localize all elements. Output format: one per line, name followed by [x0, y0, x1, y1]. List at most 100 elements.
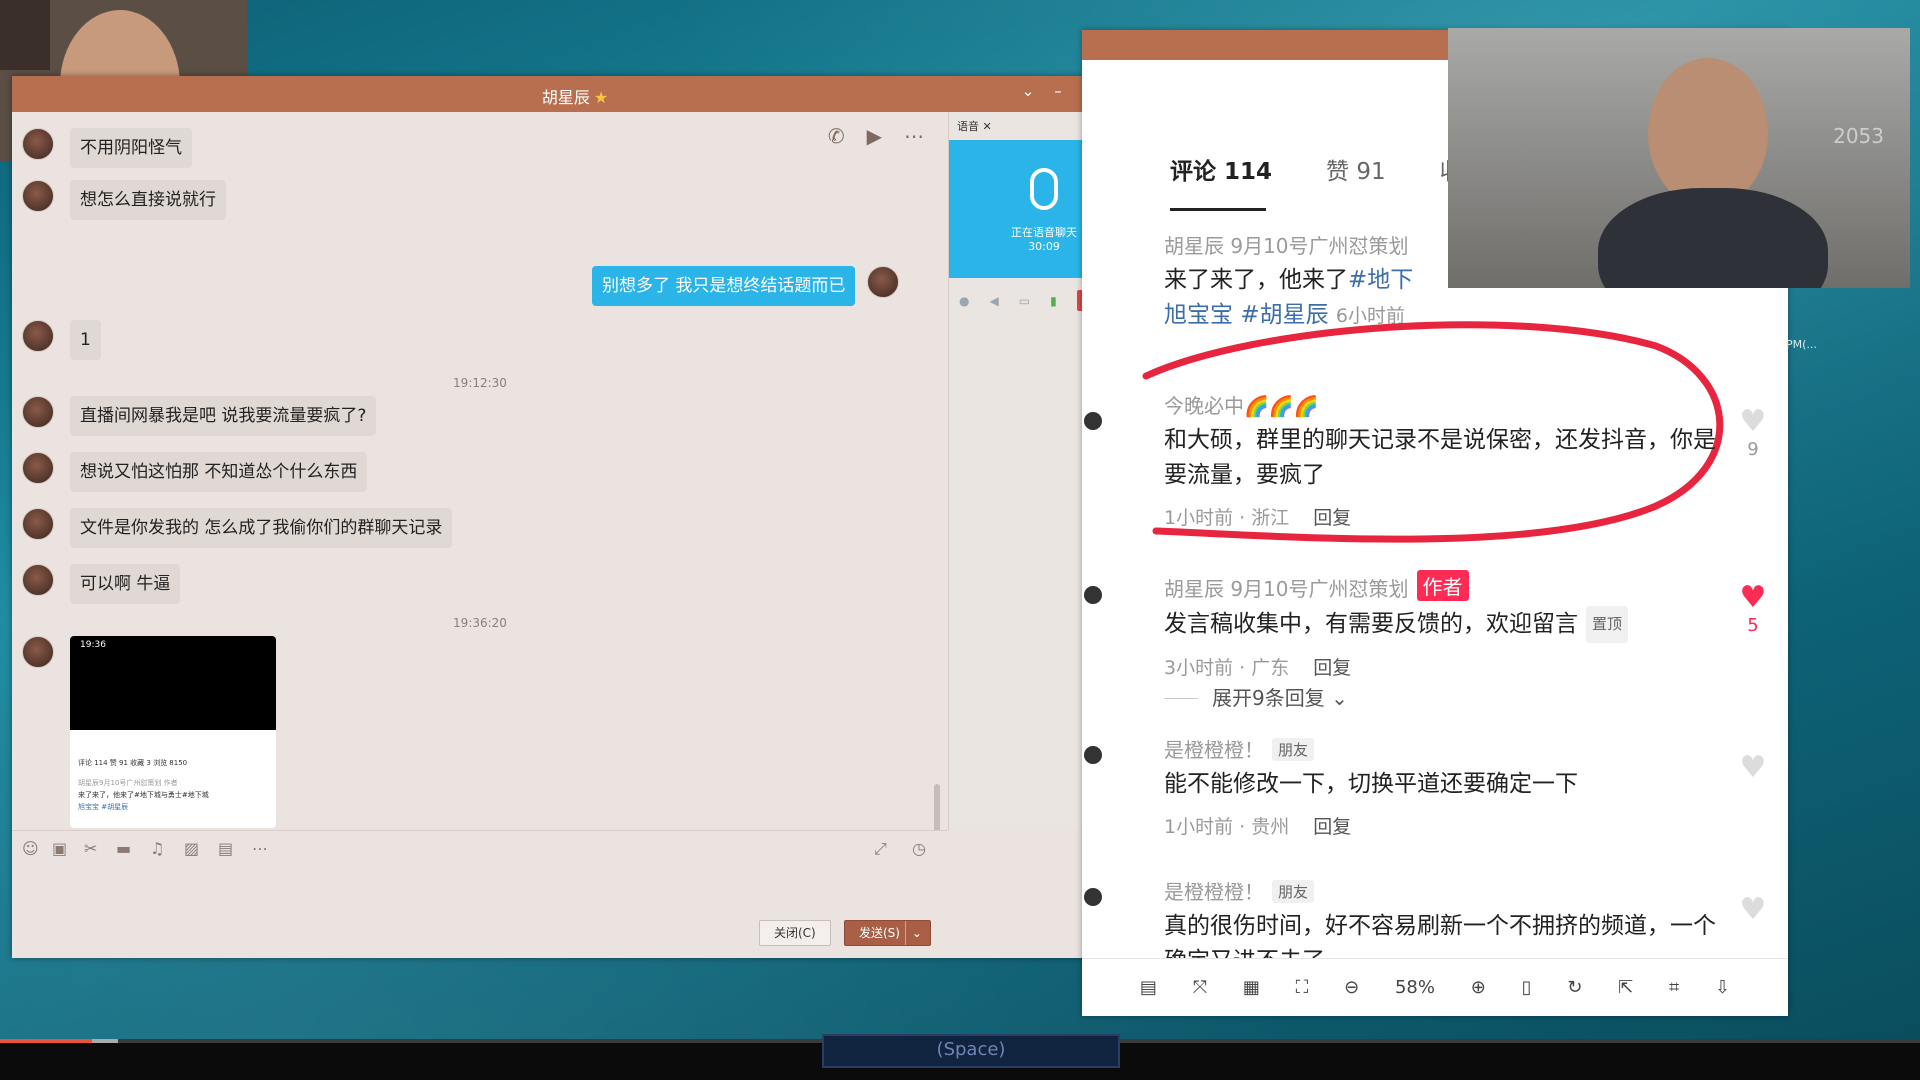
reply-button[interactable]: 回复 — [1313, 816, 1351, 838]
chevron-down-icon[interactable]: ⌄ — [1020, 82, 1036, 100]
comment-time-location: 3小时前 · 广东 — [1164, 657, 1290, 679]
tab-likes[interactable]: 赞 91 — [1326, 152, 1386, 186]
fullscreen-icon[interactable]: ⛶ — [1296, 977, 1309, 998]
hashtag[interactable]: 旭宝宝 — [1164, 302, 1233, 328]
open-external-icon[interactable]: ⇱ — [1618, 977, 1633, 998]
fit-icon[interactable]: ⤧ — [1193, 977, 1207, 998]
hashtag[interactable]: #地下 — [1348, 267, 1413, 293]
avatar[interactable] — [22, 452, 54, 484]
more-icon[interactable]: ⋯ — [252, 839, 268, 858]
message-bubble[interactable]: 想怎么直接说就行 — [70, 180, 226, 220]
speaker-icon[interactable]: ◀ — [989, 294, 998, 308]
avatar[interactable] — [1084, 888, 1102, 906]
input-toolbar: ☺ ▣ ✂ ▬ ♫ ▨ ▤ ⋯ ⤢ ◷ — [12, 830, 948, 867]
author-name[interactable]: 是橙橙橙！ — [1164, 738, 1264, 762]
expand-icon[interactable]: ⤢ — [874, 839, 887, 859]
viewer-toolbar: ▤ ⤧ ▦ ⛶ ⊖ 58% ⊕ ▯ ↻ ⇱ ⌗ ⇩ — [1082, 958, 1788, 1016]
avatar[interactable] — [22, 320, 54, 352]
avatar[interactable] — [867, 266, 900, 298]
friend-badge: 朋友 — [1272, 880, 1315, 903]
comment-author: 是橙橙橙！ 朋友 — [1164, 876, 1724, 905]
camera-icon[interactable]: ▭ — [1019, 294, 1030, 308]
message-row: 1 — [22, 320, 101, 360]
author-name[interactable]: 胡星辰 9月10号广州怼策划 — [1164, 577, 1409, 601]
avatar[interactable] — [1084, 586, 1102, 604]
reply-button[interactable]: 回复 — [1313, 657, 1351, 679]
hashtag[interactable]: #胡星辰 — [1240, 302, 1328, 328]
message-bubble[interactable]: 可以啊 牛逼 — [70, 564, 181, 604]
rotate-icon[interactable]: ↻ — [1567, 977, 1582, 998]
chat-top-toolbar: ✆ ▶ ⋯ — [828, 124, 924, 148]
like-heart-icon[interactable]: ♥ 9 — [1736, 404, 1770, 460]
pinned-badge: 置顶 — [1586, 606, 1629, 643]
message-bubble[interactable]: 直播间网暴我是吧 说我要流量要疯了? — [70, 396, 377, 436]
tab-underline — [1170, 208, 1266, 211]
screen-share-icon[interactable]: ▤ — [218, 839, 233, 858]
like-heart-icon[interactable]: ♥ — [1736, 750, 1770, 785]
close-icon[interactable]: ✕ — [983, 120, 992, 133]
message-area: ✆ ▶ ⋯ 不用阴阳怪气 想怎么直接说就行 别想多了 我只是想终结话题而已 1 … — [12, 112, 948, 830]
music-icon[interactable]: ♫ — [150, 839, 164, 858]
expand-replies-button[interactable]: 展开9条回复 ⌄ — [1164, 682, 1348, 711]
message-bubble[interactable]: 文件是你发我的 怎么成了我偷你们的群聊天记录 — [70, 508, 453, 548]
avatar[interactable] — [22, 636, 54, 668]
message-scrollbar[interactable] — [934, 784, 940, 830]
more-icon[interactable]: ⋯ — [904, 124, 924, 148]
thumb-tabs: 评论 114 赞 91 收藏 3 浏览 8150 — [78, 759, 188, 767]
zoom-out-icon[interactable]: ⊖ — [1344, 977, 1359, 998]
chat-titlebar[interactable]: 胡星辰★ ⌄ – ☐ ✕ — [12, 76, 1138, 112]
author-name[interactable]: 是橙橙橙！ — [1164, 880, 1264, 904]
contact-name-text: 胡星辰 — [541, 88, 590, 107]
mic-toggle-icon[interactable]: ● — [959, 294, 969, 308]
timestamp: 19:36:20 — [453, 616, 507, 630]
comment-author[interactable]: 今晚必中🌈🌈🌈 — [1164, 390, 1724, 419]
comment-text: 真的很伤时间，好不容易刷新一个不拥挤的频道，一个确定又进不去了 — [1164, 913, 1716, 958]
minimize-button[interactable]: – — [1050, 82, 1066, 100]
avatar[interactable] — [1084, 746, 1102, 764]
video-call-icon[interactable]: ▶ — [867, 124, 882, 148]
message-row-self: 别想多了 我只是想终结话题而已 — [592, 266, 900, 306]
gif-icon[interactable]: ▣ — [52, 839, 67, 858]
message-row: 19:36 评论 114 赞 91 收藏 3 浏览 8150 胡星辰9月10号广… — [22, 636, 276, 828]
crop-icon[interactable]: ⌗ — [1669, 977, 1679, 998]
comment-time: 6小时前 — [1335, 305, 1405, 327]
translate-icon[interactable]: ▦ — [1243, 977, 1260, 998]
star-icon: ★ — [593, 88, 609, 107]
reply-button[interactable]: 回复 — [1313, 507, 1351, 529]
like-heart-icon[interactable]: ♥ 5 — [1736, 580, 1770, 636]
screenshot-image-message[interactable]: 19:36 评论 114 赞 91 收藏 3 浏览 8150 胡星辰9月10号广… — [70, 636, 276, 828]
avatar[interactable] — [22, 128, 54, 160]
close-chat-button[interactable]: 关闭(C) — [759, 920, 831, 946]
like-heart-icon[interactable]: ♥ — [1736, 892, 1770, 927]
phone-icon[interactable]: ✆ — [828, 124, 845, 148]
folder-icon[interactable]: ▬ — [116, 839, 131, 858]
comment-meta: 3小时前 · 广东 回复 — [1164, 653, 1724, 680]
history-icon[interactable]: ◷ — [912, 839, 926, 858]
message-bubble[interactable]: 不用阴阳怪气 — [70, 128, 192, 168]
side-note: PM(... — [1786, 338, 1817, 351]
thumb-line: 旭宝宝 #胡星辰 — [78, 803, 129, 811]
avatar[interactable] — [22, 396, 54, 428]
message-bubble[interactable]: 1 — [70, 320, 101, 360]
image-icon[interactable]: ▨ — [184, 839, 199, 858]
zoom-level: 58% — [1394, 977, 1435, 998]
tab-comments[interactable]: 评论 114 — [1170, 152, 1272, 186]
avatar[interactable] — [22, 508, 54, 540]
avatar[interactable] — [22, 180, 54, 212]
message-bubble-self[interactable]: 别想多了 我只是想终结话题而已 — [592, 266, 856, 306]
download-icon[interactable]: ⇩ — [1715, 977, 1730, 998]
zoom-in-icon[interactable]: ⊕ — [1471, 977, 1486, 998]
actual-size-icon[interactable]: ▯ — [1522, 977, 1532, 998]
message-bubble[interactable]: 想说又怕这怕那 不知道怂个什么东西 — [70, 452, 368, 492]
comment-author: 胡星辰 9月10号广州怼策划 作者 — [1164, 570, 1724, 602]
timestamp: 19:12:30 — [453, 376, 507, 390]
comment-text: 发言稿收集中，有需要反馈的，欢迎留言 置顶 — [1164, 606, 1724, 643]
scissors-icon[interactable]: ✂ — [84, 839, 97, 858]
avatar[interactable] — [1084, 412, 1102, 430]
avatar[interactable] — [22, 564, 54, 596]
send-button[interactable]: 发送(S) ⌄ — [844, 920, 931, 946]
emoji-icon[interactable]: ☺ — [22, 839, 39, 858]
layout-icon[interactable]: ▤ — [1140, 977, 1157, 998]
thumb-line: 来了来了，他来了#地下城与勇士#地下城 — [78, 791, 209, 799]
chevron-down-icon[interactable]: ⌄ — [904, 921, 922, 945]
